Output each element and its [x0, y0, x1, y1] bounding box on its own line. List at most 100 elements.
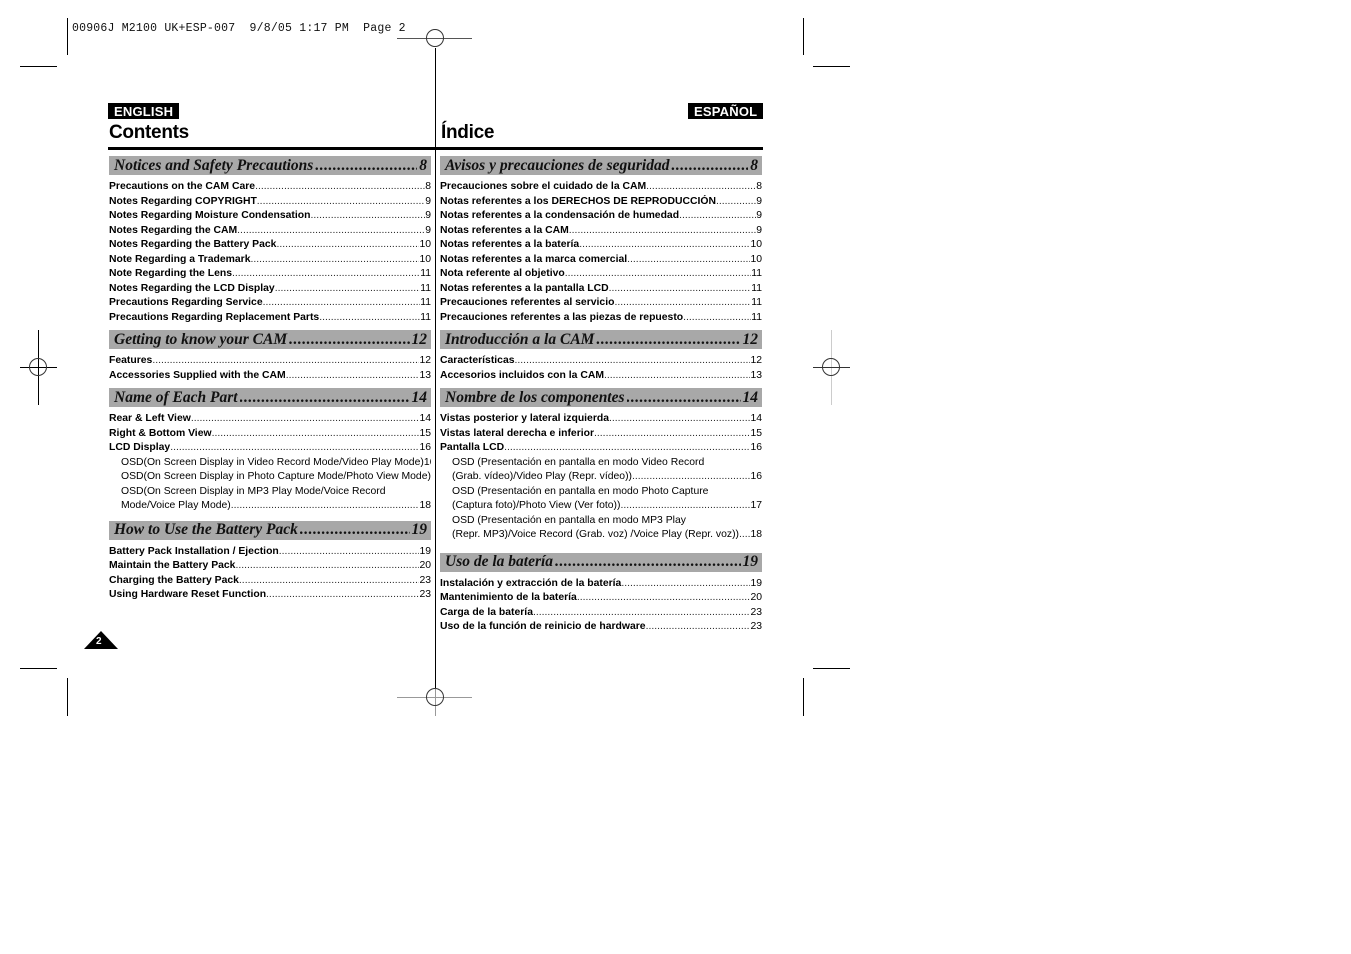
toc-entry[interactable]: Note Regarding a Trademark 10 — [109, 253, 431, 268]
toc-entry[interactable]: Notes Regarding the Battery Pack 10 — [109, 238, 431, 253]
dot-leader — [275, 282, 421, 297]
section-title: Getting to know your CAM — [114, 330, 288, 348]
entry-page: 9 — [756, 210, 762, 221]
toc-entry[interactable]: Uso de la función de reinicio de hardwar… — [440, 620, 762, 635]
entry-title: LCD Display — [109, 442, 171, 453]
dot-leader — [240, 389, 410, 407]
dot-leader — [152, 354, 419, 369]
section-heading[interactable]: How to Use the Battery Pack 19 — [109, 520, 431, 540]
toc-entry[interactable]: OSD(On Screen Display in Video Record Mo… — [109, 456, 431, 471]
toc-entry[interactable]: Características 12 — [440, 354, 762, 369]
section-heading[interactable]: Getting to know your CAM 12 — [109, 330, 431, 349]
toc-entry[interactable]: Notes Regarding Moisture Condensation 9 — [109, 209, 431, 224]
dot-leader — [263, 296, 421, 311]
toc-entry[interactable]: Accesorios incluidos con la CAM 13 — [440, 369, 762, 384]
entry-page: 16 — [423, 456, 431, 468]
section-heading[interactable]: Nombre de los componentes 14 — [440, 388, 762, 407]
toc-entry[interactable]: Charging the Battery Pack 23 — [109, 574, 431, 589]
toc-entry[interactable]: Right & Bottom View 15 — [109, 427, 431, 442]
section-heading[interactable]: Name of Each Part 14 — [109, 388, 431, 407]
section-heading[interactable]: Notices and Safety Precautions 8 — [109, 156, 431, 175]
entry-page: 14 — [750, 413, 762, 424]
toc-entry[interactable]: Vistas lateral derecha e inferior 15 — [440, 427, 762, 442]
entry-page: 13 — [419, 369, 431, 381]
crop-mark — [813, 66, 850, 67]
crop-mark — [67, 678, 68, 716]
section-page: 14 — [742, 388, 759, 406]
section-heading[interactable]: Uso de la batería 19 — [440, 552, 762, 572]
toc-entry[interactable]: OSD(On Screen Display in Photo Capture M… — [109, 470, 431, 485]
toc-entry[interactable]: (Grab. vídeo)/Video Play (Repr. vídeo)) 1… — [440, 470, 762, 485]
toc-entry[interactable]: Precauciones referentes al servicio 11 — [440, 296, 762, 311]
toc-entry[interactable]: (Repr. MP3)/Voice Record (Grab. voz) /Vo… — [440, 528, 762, 543]
dot-leader — [671, 157, 748, 175]
toc-entry[interactable]: OSD(On Screen Display in MP3 Play Mode/V… — [109, 485, 431, 500]
entry-title: Note Regarding a Trademark — [109, 253, 251, 265]
dot-leader — [679, 209, 756, 224]
dot-leader — [191, 412, 420, 427]
toc-entry[interactable]: Precauciones referentes a las piezas de … — [440, 311, 762, 326]
toc-entry[interactable]: Instalación y extracción de la batería 19 — [440, 577, 762, 592]
entry-page: 15 — [750, 427, 762, 439]
entry-title: OSD(On Screen Display in MP3 Play Mode/V… — [121, 485, 386, 497]
indice-title: Índice — [441, 122, 495, 143]
entry-title: Notes Regarding the Battery Pack — [109, 239, 277, 250]
toc-entry[interactable]: Notas referentes a la batería 10 — [440, 238, 762, 253]
toc-entry[interactable]: Notas referentes a los DERECHOS DE REPRO… — [440, 195, 762, 210]
entry-title: Nota referente al objetivo — [440, 268, 565, 279]
toc-entry[interactable]: Precautions Regarding Service 11 — [109, 296, 431, 311]
dot-leader — [646, 180, 756, 195]
toc-entry[interactable]: Notas referentes a la pantalla LCD 11 — [440, 282, 762, 297]
toc-entry[interactable]: Battery Pack Installation / Ejection 19 — [109, 545, 431, 560]
toc-entry[interactable]: LCD Display 16 — [109, 441, 431, 456]
entry-page: 18 — [419, 500, 431, 511]
entry-page: 8 — [425, 181, 431, 192]
toc-entry[interactable]: Accessories Supplied with the CAM 13 — [109, 369, 431, 384]
toc-entry[interactable]: Using Hardware Reset Function 23 — [109, 588, 431, 603]
dot-leader — [683, 311, 751, 326]
entry-title: Uso de la función de reinicio de hardwar… — [440, 621, 646, 632]
section-title: Notices and Safety Precautions — [114, 156, 314, 174]
toc-entry[interactable]: Note Regarding the Lens 11 — [109, 267, 431, 282]
toc-entry[interactable]: Notes Regarding COPYRIGHT 9 — [109, 195, 431, 210]
toc-entry[interactable]: Mode/Voice Play Mode) 18 — [109, 499, 431, 514]
toc-entry[interactable]: Precauciones sobre el cuidado de la CAM 8 — [440, 180, 762, 195]
crop-mark — [803, 678, 804, 716]
toc-entry[interactable]: Maintain the Battery Pack 20 — [109, 559, 431, 574]
toc-entry[interactable]: Vistas posterior y lateral izquierda 14 — [440, 412, 762, 427]
toc-entry[interactable]: Notas referentes a la CAM 9 — [440, 224, 762, 239]
toc-entry[interactable]: Nota referente al objetivo 11 — [440, 267, 762, 282]
toc-entry[interactable]: Carga de la batería 23 — [440, 606, 762, 621]
dot-leader — [620, 499, 750, 514]
dot-leader — [627, 389, 741, 407]
toc-entry[interactable]: Notes Regarding the LCD Display 11 — [109, 282, 431, 297]
entry-page: 16 — [750, 442, 762, 453]
dot-leader — [565, 267, 751, 282]
toc-entry[interactable]: Notas referentes a la marca comercial 10 — [440, 253, 762, 268]
entry-title: Precautions on the CAM Care — [109, 181, 256, 192]
section-heading[interactable]: Introducción a la CAM 12 — [440, 330, 762, 349]
dot-leader — [315, 157, 417, 175]
toc-entry[interactable]: Notes Regarding the CAM 9 — [109, 224, 431, 239]
toc-entry[interactable]: Precautions Regarding Replacement Parts 1… — [109, 311, 431, 326]
toc-entry[interactable]: Mantenimiento de la batería 20 — [440, 591, 762, 606]
toc-entry[interactable]: Features 12 — [109, 354, 431, 369]
entry-page: 16 — [419, 442, 431, 453]
toc-entry[interactable]: Pantalla LCD 16 — [440, 441, 762, 456]
entry-page: 8 — [756, 181, 762, 192]
toc-entry[interactable]: (Captura foto)/Photo View (Ver foto)) 17 — [440, 499, 762, 514]
dot-leader — [170, 441, 419, 456]
toc-entry[interactable]: Precautions on the CAM Care 8 — [109, 180, 431, 195]
entry-title: Note Regarding the Lens — [109, 268, 232, 279]
entry-page: 23 — [419, 574, 431, 586]
toc-entry[interactable]: OSD (Presentación en pantalla en modo Vi… — [440, 456, 762, 471]
toc-entry[interactable]: OSD (Presentación en pantalla en modo Ph… — [440, 485, 762, 500]
section-heading[interactable]: Avisos y precauciones de seguridad 8 — [440, 156, 762, 175]
toc-entry[interactable]: Rear & Left View 14 — [109, 412, 431, 427]
dot-leader — [279, 545, 420, 560]
toc-entry[interactable]: OSD (Presentación en pantalla en modo MP… — [440, 514, 762, 529]
entry-title: Carga de la batería — [440, 606, 533, 618]
spanish-language-badge: ESPAÑOL — [688, 103, 764, 119]
english-language-badge: ENGLISH — [108, 103, 180, 119]
toc-entry[interactable]: Notas referentes a la condensación de hu… — [440, 209, 762, 224]
